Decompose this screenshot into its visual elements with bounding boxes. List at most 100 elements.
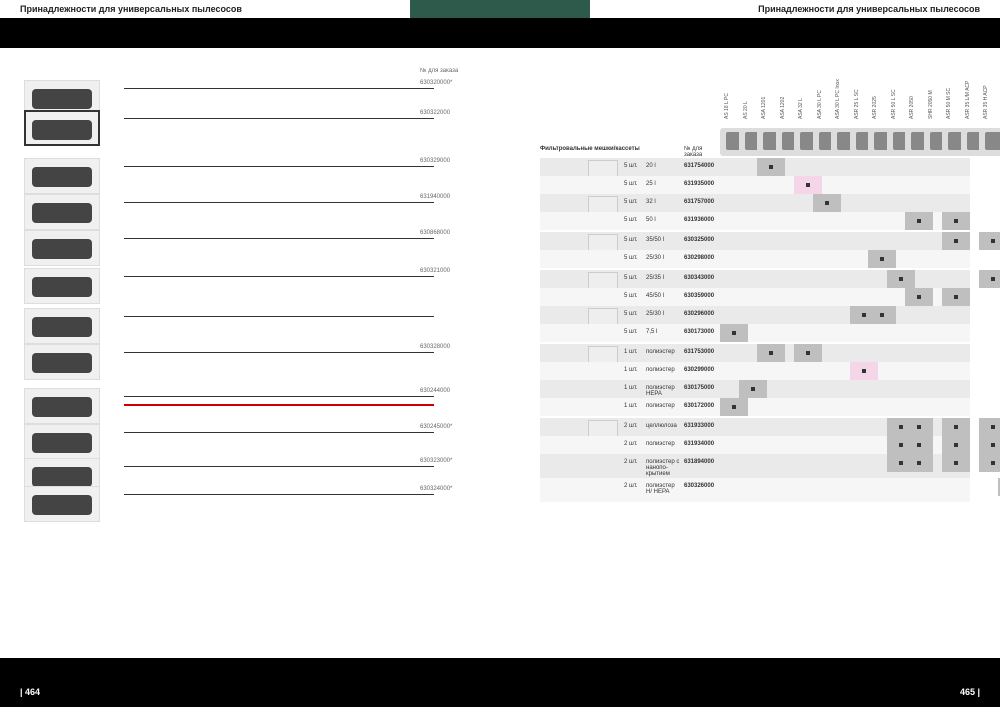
compatibility-mark [794, 344, 822, 362]
order-code-cell: 631754000 [684, 163, 714, 169]
left-page: № для заказа 630320000*63032200063032900… [0, 48, 540, 658]
compatibility-mark [942, 436, 970, 454]
volume-cell: 7,5 l [646, 329, 682, 335]
compatibility-mark [942, 418, 970, 436]
volume-cell: полиэстер [646, 349, 682, 355]
compatibility-mark [887, 270, 915, 288]
model-header: ASR 2025 [872, 91, 878, 119]
volume-cell: полиэстер [646, 367, 682, 373]
compatibility-mark [794, 176, 822, 194]
quantity-cell: 2 шт. [624, 441, 638, 447]
volume-cell: полиэстер [646, 403, 682, 409]
order-code: 630324000* [420, 486, 452, 492]
volume-cell: 25 l [646, 181, 682, 187]
compatibility-mark [905, 288, 933, 306]
order-code-cell: 631934000 [684, 441, 714, 447]
order-code-cell: 631935000 [684, 181, 714, 187]
volume-cell: 50 l [646, 217, 682, 223]
volume-cell: 25/35 l [646, 275, 682, 281]
model-header: ASA 30 L PC Inox [835, 91, 841, 119]
page-number-right: 465 | [960, 687, 980, 697]
header-title-left: Принадлежности для универсальных пылесос… [20, 4, 242, 14]
accessory-thumbnail [24, 194, 100, 230]
model-header: AS 18 L PC [724, 91, 730, 119]
filter-section-header: Фильтровальные мешки/кассеты [540, 146, 660, 152]
accessory-thumbnail [24, 268, 100, 304]
table-row [540, 478, 970, 502]
model-header: ASR 50 L SC [891, 91, 897, 119]
quantity-cell: 2 шт. [624, 483, 638, 489]
accessory-item [24, 424, 414, 460]
quantity-cell: 5 шт. [624, 311, 638, 317]
volume-cell: полиэстер H/ HEPA [646, 483, 682, 495]
compatibility-mark [905, 436, 933, 454]
accessory-thumbnail [24, 308, 100, 344]
accessory-thumbnail [24, 110, 100, 146]
quantity-cell: 5 шт. [624, 255, 638, 261]
accessory-item [24, 110, 414, 146]
volume-cell: 25/30 l [646, 311, 682, 317]
compatibility-mark [979, 270, 1000, 288]
quantity-cell: 1 шт. [624, 385, 638, 391]
accessory-item [24, 194, 414, 230]
order-code-cell: 630359000 [684, 293, 714, 299]
order-code: 630323000* [420, 458, 452, 464]
quantity-cell: 5 шт. [624, 199, 638, 205]
accessory-item [24, 308, 414, 344]
quantity-cell: 5 шт. [624, 181, 638, 187]
table-row [540, 250, 970, 268]
compatibility-mark [720, 398, 748, 416]
accessory-item [24, 230, 414, 266]
accessory-thumbnail [24, 344, 100, 380]
model-header: ASR 35 L/M ACP [965, 91, 971, 119]
order-code-cell: 630296000 [684, 311, 714, 317]
order-code-cell: 630343000 [684, 275, 714, 281]
volume-cell: целлюлоза [646, 423, 682, 429]
compatibility-mark [905, 454, 933, 472]
header-accent [410, 0, 590, 18]
order-code-cell: 631936000 [684, 217, 714, 223]
order-code-cell: 630172000 [684, 403, 714, 409]
order-number-header: № для заказа [420, 68, 458, 74]
header-title-right: Принадлежности для универсальных пылесос… [758, 4, 980, 14]
model-header: ASA 1201 [761, 91, 767, 119]
volume-cell: полиэстер [646, 441, 682, 447]
compatibility-mark [979, 436, 1000, 454]
content-area: № для заказа 630320000*63032200063032900… [0, 48, 1000, 658]
order-code-cell: 631894000 [684, 459, 714, 465]
order-code: 630329000 [420, 158, 450, 164]
quantity-cell: 2 шт. [624, 423, 638, 429]
model-header: ASR 35 H ACP [983, 91, 989, 119]
compatibility-mark [905, 212, 933, 230]
page-footer: | 464 465 | [0, 677, 1000, 707]
compatibility-mark [868, 250, 896, 268]
compatibility-mark [813, 194, 841, 212]
compatibility-mark [739, 380, 767, 398]
accessory-item [24, 388, 414, 424]
compatibility-mark [868, 306, 896, 324]
quantity-cell: 5 шт. [624, 275, 638, 281]
order-code-cell: 630325000 [684, 237, 714, 243]
volume-cell: 35/50 l [646, 237, 682, 243]
model-header: ASA 32 L [798, 91, 804, 119]
order-code: 630868000 [420, 230, 450, 236]
model-header: ASR 2050 [909, 91, 915, 119]
volume-cell: 45/50 l [646, 293, 682, 299]
compatibility-mark [757, 344, 785, 362]
compatibility-mark [979, 232, 1000, 250]
table-row [540, 324, 970, 342]
accessory-item [24, 158, 414, 194]
order-code: 630322000 [420, 110, 450, 116]
compatibility-mark [942, 288, 970, 306]
table-row [540, 362, 970, 380]
order-code-cell: 630298000 [684, 255, 714, 261]
quantity-cell: 5 шт. [624, 293, 638, 299]
compatibility-mark [979, 418, 1000, 436]
page-number-left: | 464 [20, 687, 40, 697]
order-code-cell: 630175000 [684, 385, 714, 391]
quantity-cell: 5 шт. [624, 163, 638, 169]
compatibility-mark [942, 454, 970, 472]
order-code-cell: 630326000 [684, 483, 714, 489]
volume-cell: 32 l [646, 199, 682, 205]
model-header: ASR 50 M SC [946, 91, 952, 119]
